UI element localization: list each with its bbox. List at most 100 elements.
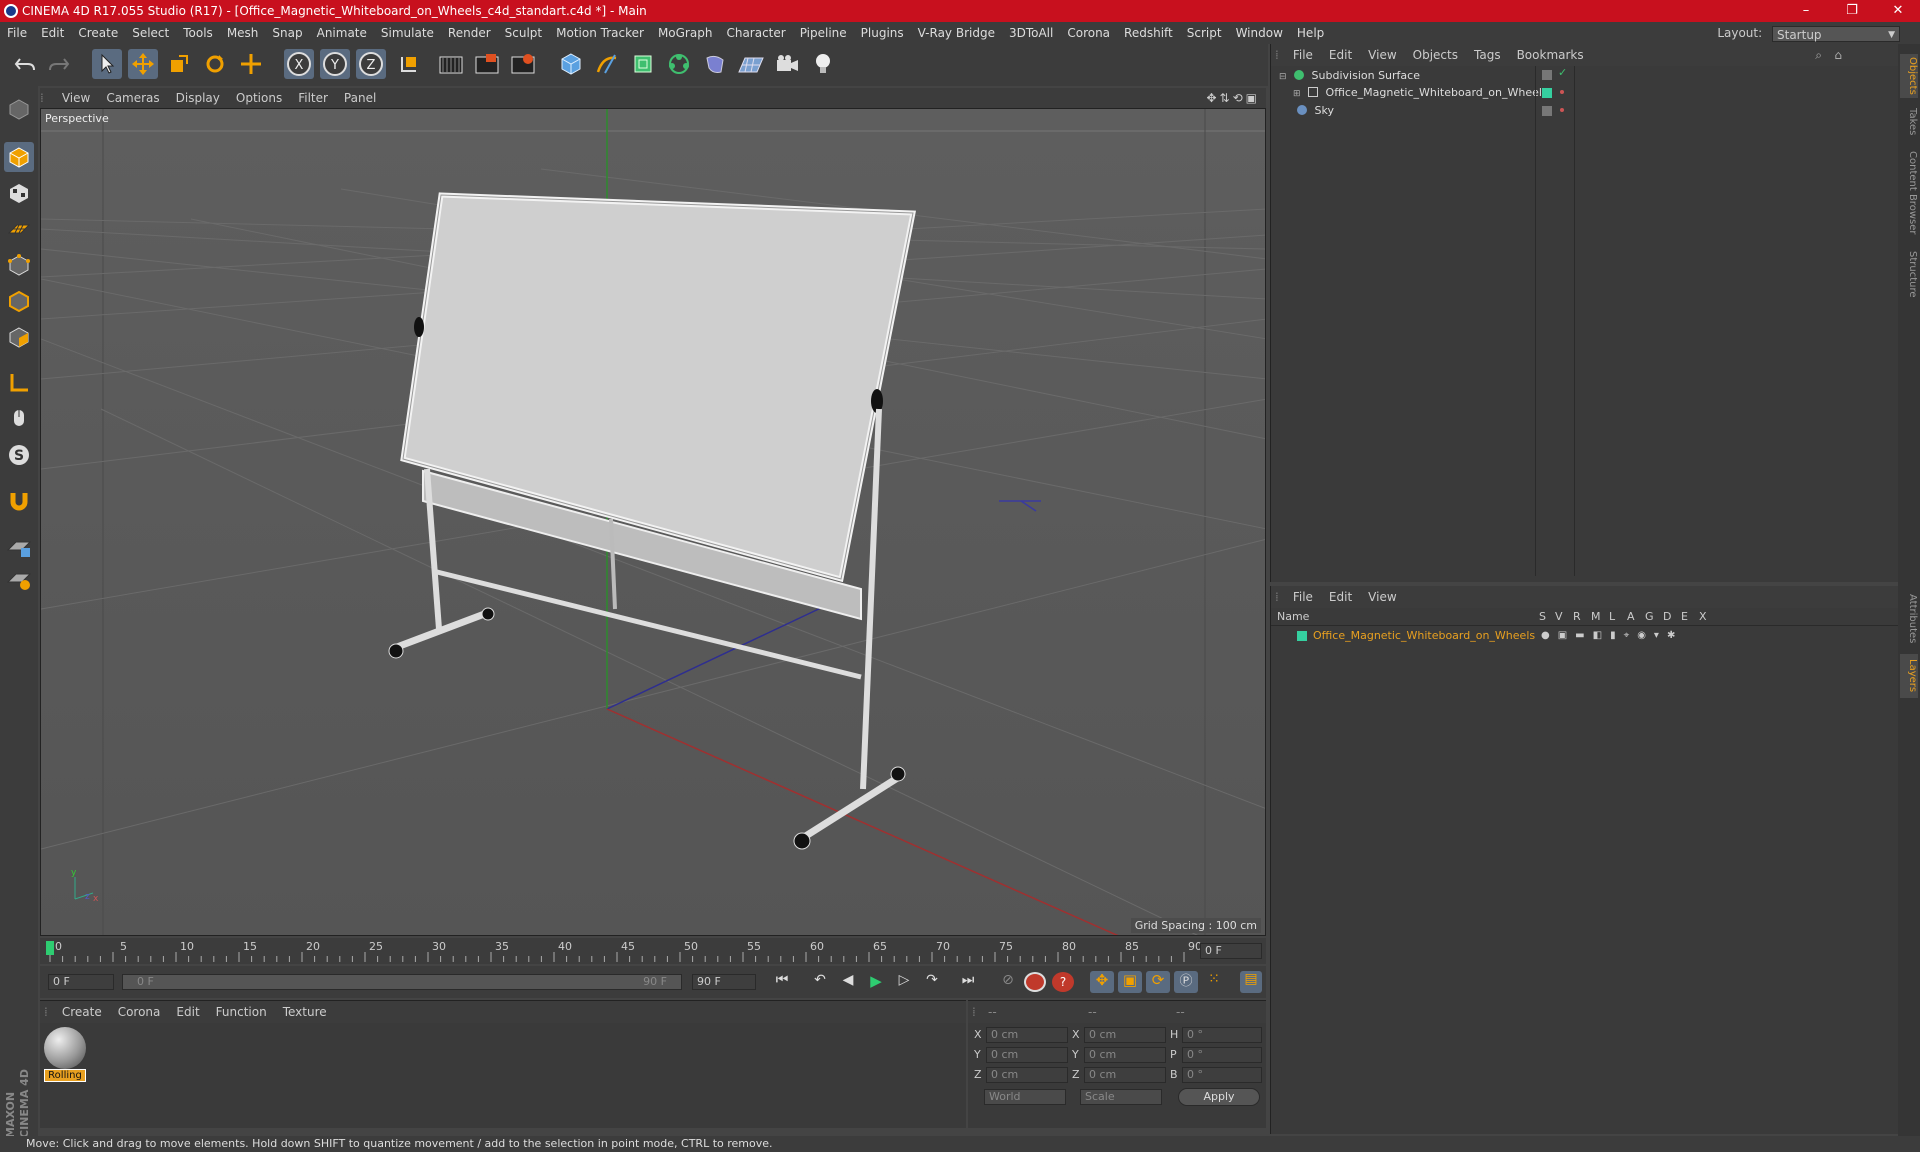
object-menu-objects[interactable]: Objects	[1405, 44, 1466, 66]
menu-snap[interactable]: Snap	[265, 22, 309, 44]
tab-content-browser[interactable]: Content Browser	[1900, 148, 1918, 238]
menu-sculpt[interactable]: Sculpt	[498, 22, 549, 44]
tree-row[interactable]: ⊟ Subdivision Surface	[1271, 68, 1571, 84]
menu-mograph[interactable]: MoGraph	[651, 22, 720, 44]
object-menu-bookmarks[interactable]: Bookmarks	[1509, 44, 1592, 66]
search-icon[interactable]: ⌕	[1815, 44, 1822, 66]
edges-mode-icon[interactable]	[4, 286, 34, 316]
model-mode-icon[interactable]	[4, 142, 34, 172]
rotate-tool-icon[interactable]	[200, 49, 230, 79]
tab-attributes[interactable]: Attributes	[1900, 589, 1918, 649]
tree-row[interactable]: ⊞ Office_Magnetic_Whiteboard_on_Wheels	[1271, 84, 1571, 102]
menu-animate[interactable]: Animate	[310, 22, 374, 44]
layer-menu-view[interactable]: View	[1360, 586, 1404, 608]
menu-mesh[interactable]: Mesh	[220, 22, 266, 44]
floor-environment-icon[interactable]	[736, 49, 766, 79]
viewport-menu-panel[interactable]: Panel	[336, 88, 384, 108]
tab-structure[interactable]: Structure	[1900, 244, 1918, 304]
apply-button[interactable]: Apply	[1178, 1088, 1260, 1106]
viewport-menu-cameras[interactable]: Cameras	[98, 88, 167, 108]
size-mode-dropdown[interactable]: Scale	[1080, 1089, 1162, 1105]
menu-plugins[interactable]: Plugins	[854, 22, 911, 44]
layer-color-swatch[interactable]	[1542, 88, 1552, 98]
checkmark-icon[interactable]: ✓	[1558, 66, 1567, 79]
render-settings-icon[interactable]	[508, 49, 538, 79]
visibility-dot[interactable]	[1560, 90, 1564, 94]
menu-motion-tracker[interactable]: Motion Tracker	[549, 22, 651, 44]
cloner-icon[interactable]	[664, 49, 694, 79]
next-key-icon[interactable]: ↷	[920, 972, 944, 992]
coordinate-system-dropdown[interactable]: World	[984, 1089, 1066, 1105]
tree-row[interactable]: Sky	[1271, 102, 1571, 120]
record-active-icon[interactable]	[1024, 972, 1046, 992]
redo-icon[interactable]	[44, 49, 74, 79]
menu-tools[interactable]: Tools	[176, 22, 220, 44]
size-z-field[interactable]: 0 cm	[1084, 1067, 1166, 1083]
material-swatch[interactable]: Rolling	[44, 1027, 86, 1083]
menu-redshift[interactable]: Redshift	[1117, 22, 1180, 44]
layer-row[interactable]: Office_Magnetic_Whiteboard_on_Wheels ●▣▬…	[1271, 628, 1899, 644]
expand-icon[interactable]: ⊞	[1293, 89, 1301, 99]
tweak-mode-icon[interactable]	[4, 404, 34, 434]
workplane-lock-icon[interactable]	[4, 564, 34, 594]
visibility-dot[interactable]	[1560, 108, 1564, 112]
object-menu-edit[interactable]: Edit	[1321, 44, 1360, 66]
tab-objects[interactable]: Objects	[1900, 54, 1918, 98]
menu-file[interactable]: File	[0, 22, 34, 44]
grid-lock-icon[interactable]	[4, 532, 34, 562]
polygons-mode-icon[interactable]	[4, 322, 34, 352]
position-y-field[interactable]: 0 cm	[986, 1047, 1068, 1063]
rotation-b-field[interactable]: 0 °	[1182, 1067, 1262, 1083]
x-axis-lock-icon[interactable]: X	[284, 49, 314, 79]
y-axis-lock-icon[interactable]: Y	[320, 49, 350, 79]
menu-vray-bridge[interactable]: V-Ray Bridge	[911, 22, 1002, 44]
scale-tool-icon[interactable]	[164, 49, 194, 79]
object-menu-view[interactable]: View	[1360, 44, 1404, 66]
position-x-field[interactable]: 0 cm	[986, 1027, 1068, 1043]
timeline-window-icon[interactable]: ▤	[1240, 971, 1262, 993]
make-editable-icon[interactable]	[4, 94, 34, 124]
subdivision-surface-icon[interactable]	[628, 49, 658, 79]
current-frame-field[interactable]: 0 F	[1200, 943, 1262, 959]
autokey-icon[interactable]: ?	[1052, 972, 1074, 992]
3d-viewport[interactable]: y x z Perspective Grid Spacing : 100 cm	[40, 108, 1266, 936]
rotation-h-field[interactable]: 0 °	[1182, 1027, 1262, 1043]
frame-range-slider[interactable]: 0 F 90 F	[122, 974, 682, 990]
material-menu-edit[interactable]: Edit	[168, 1001, 207, 1023]
workplane-mode-icon[interactable]	[4, 214, 34, 244]
previous-frame-icon[interactable]: ◀	[836, 972, 860, 992]
key-pla-icon[interactable]: ⁙	[1202, 971, 1226, 993]
viewport-menu-options[interactable]: Options	[228, 88, 290, 108]
axis-mode-icon[interactable]	[4, 368, 34, 398]
object-menu-tags[interactable]: Tags	[1466, 44, 1509, 66]
menu-script[interactable]: Script	[1180, 22, 1229, 44]
menu-character[interactable]: Character	[719, 22, 792, 44]
keyframe-selection-icon[interactable]: ⊘	[996, 972, 1020, 992]
key-rotation-icon[interactable]: ⟳	[1146, 971, 1170, 993]
render-picture-viewer-icon[interactable]	[472, 49, 502, 79]
previous-key-icon[interactable]: ↶	[808, 972, 832, 992]
go-to-start-icon[interactable]: ⏮	[770, 972, 794, 992]
menu-select[interactable]: Select	[125, 22, 176, 44]
move-tool-icon[interactable]	[128, 49, 158, 79]
select-cursor-icon[interactable]	[92, 49, 122, 79]
cube-primitive-icon[interactable]	[556, 49, 586, 79]
layout-dropdown[interactable]: Startup ▼	[1772, 25, 1900, 42]
home-icon[interactable]: ⌂	[1834, 44, 1842, 66]
visibility-toggle[interactable]	[1542, 70, 1552, 80]
viewport-navigation-icons[interactable]: ✥⇅⟲▣	[1206, 88, 1260, 108]
spline-pen-icon[interactable]	[592, 49, 622, 79]
undo-icon[interactable]	[10, 49, 40, 79]
close-button[interactable]: ✕	[1876, 0, 1920, 22]
render-view-icon[interactable]	[436, 49, 466, 79]
layer-menu-edit[interactable]: Edit	[1321, 586, 1360, 608]
rotation-p-field[interactable]: 0 °	[1182, 1047, 1262, 1063]
collapse-icon[interactable]: ⊟	[1279, 72, 1287, 82]
camera-icon[interactable]	[772, 49, 802, 79]
timeline-ruler[interactable]: 0 5 10 15 20 25 30 35 40 45 50 55 60 65 …	[40, 938, 1266, 964]
z-axis-lock-icon[interactable]: Z	[356, 49, 386, 79]
menu-pipeline[interactable]: Pipeline	[793, 22, 854, 44]
material-menu-texture[interactable]: Texture	[275, 1001, 335, 1023]
size-x-field[interactable]: 0 cm	[1084, 1027, 1166, 1043]
menu-3dtoall[interactable]: 3DToAll	[1002, 22, 1060, 44]
